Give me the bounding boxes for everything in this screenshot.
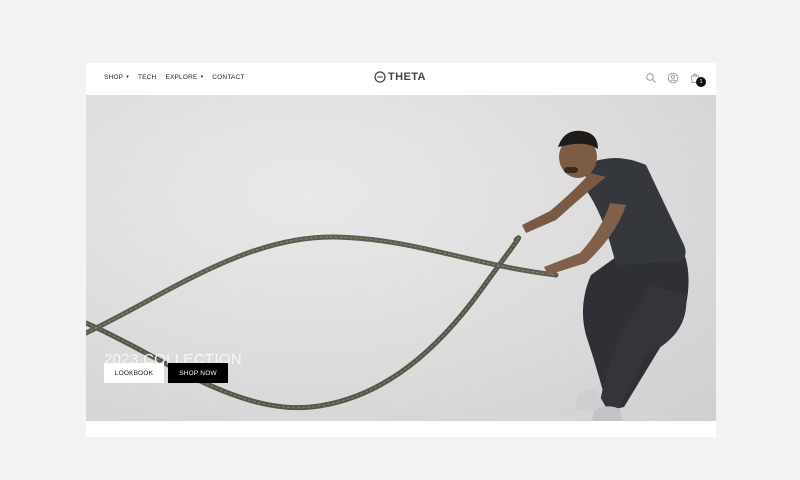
search-icon[interactable] <box>645 72 657 84</box>
nav-item-shop[interactable]: SHOP ▾ <box>104 74 129 81</box>
main-menu: SHOP ▾ TECH EXPLORE ▾ CONTACT <box>104 74 245 81</box>
nav-item-label: SHOP <box>104 74 124 81</box>
account-icon[interactable] <box>667 72 679 84</box>
chevron-down-icon: ▾ <box>200 74 204 80</box>
brand-logo[interactable]: THETA <box>374 71 426 83</box>
cart-button[interactable]: 1 <box>689 72 706 87</box>
nav-item-tech[interactable]: TECH <box>138 74 157 81</box>
shop-now-button[interactable]: SHOP NOW <box>168 363 228 383</box>
nav-item-label: CONTACT <box>212 74 245 81</box>
hero-banner: 2023 COLLECTION LOOKBOOK SHOP NOW <box>86 95 716 421</box>
lookbook-button[interactable]: LOOKBOOK <box>104 363 164 383</box>
page-frame: SHOP ▾ TECH EXPLORE ▾ CONTACT THETA 1 20… <box>86 63 716 437</box>
below-hero-strip <box>86 421 716 437</box>
nav-actions: 1 <box>645 72 706 87</box>
nav-item-label: TECH <box>137 74 157 81</box>
nav-item-explore[interactable]: EXPLORE ▾ <box>165 74 203 81</box>
nav-item-contact[interactable]: CONTACT <box>212 74 244 81</box>
hero-actions: LOOKBOOK SHOP NOW <box>104 363 228 383</box>
brand-name: THETA <box>388 71 426 83</box>
chevron-down-icon: ▾ <box>126 74 129 80</box>
top-navigation: SHOP ▾ TECH EXPLORE ▾ CONTACT THETA 1 <box>86 63 716 95</box>
cart-count-badge: 1 <box>696 77 706 87</box>
nav-item-label: EXPLORE <box>165 74 198 81</box>
brand-mark-icon <box>374 71 386 83</box>
